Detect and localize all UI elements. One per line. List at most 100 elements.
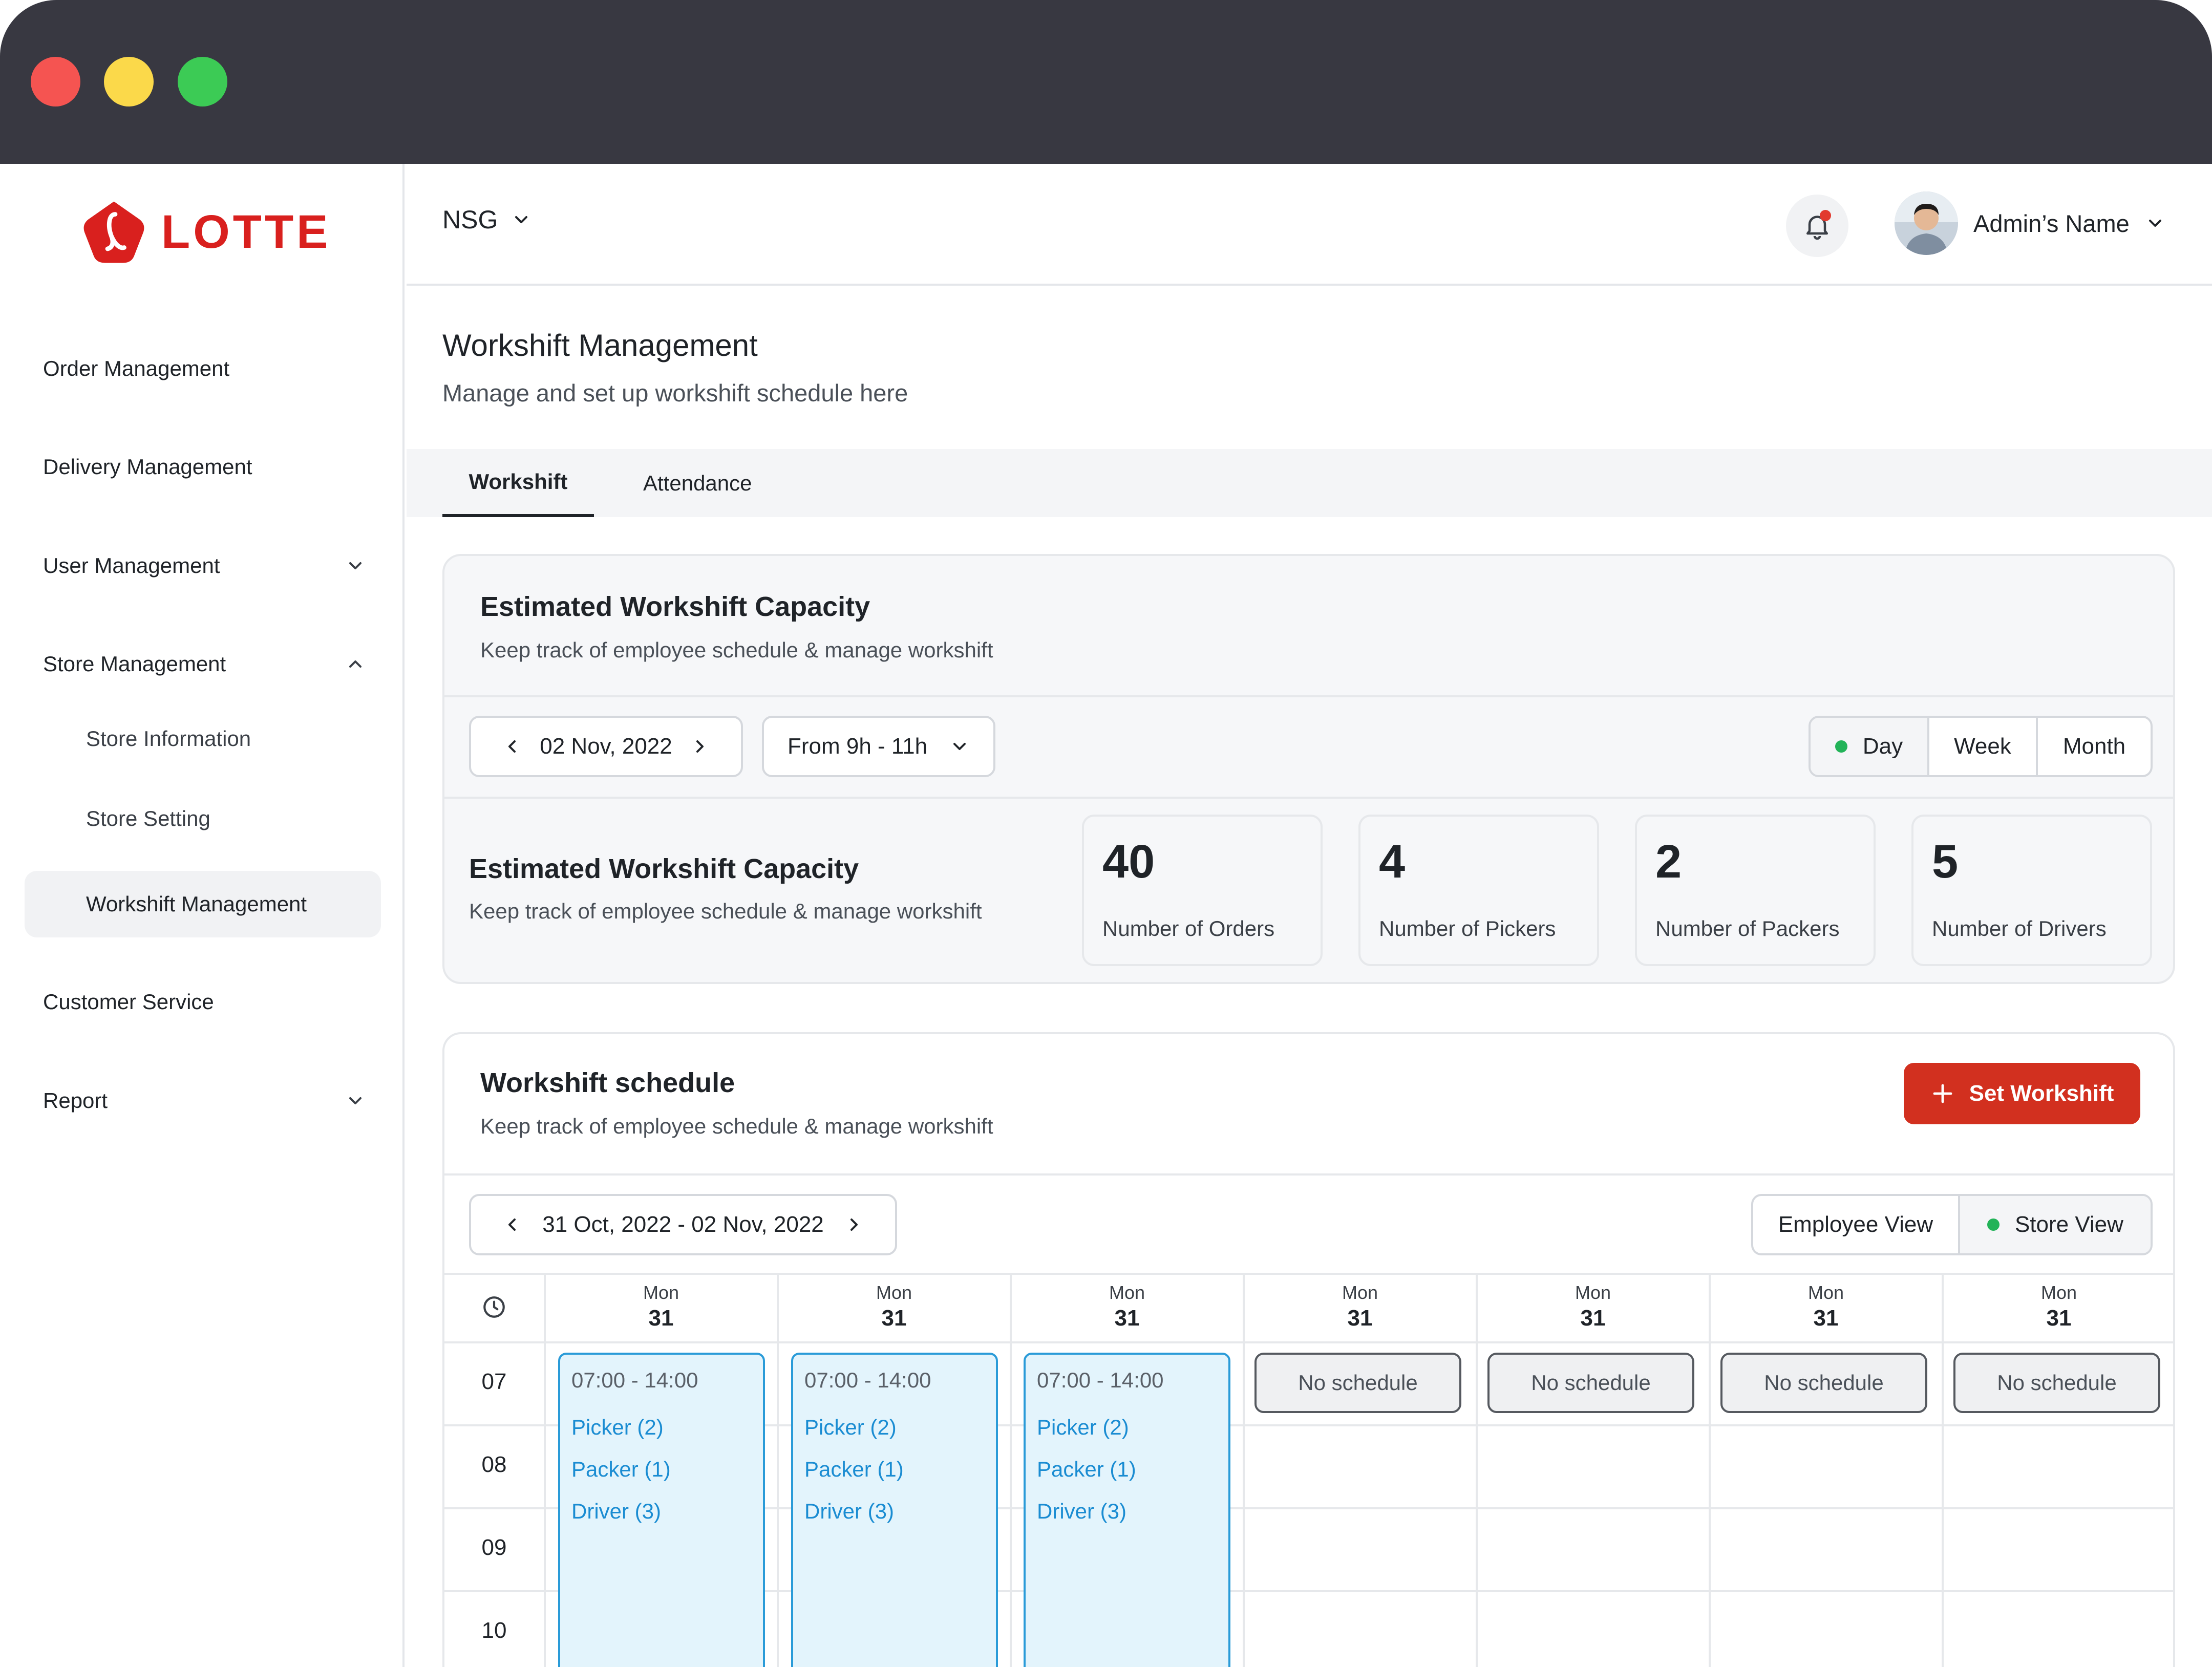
stat-value: 4 xyxy=(1379,836,1406,888)
sidebar-item-store-information[interactable]: Store Information xyxy=(25,706,381,772)
chevron-left-icon[interactable] xyxy=(502,1214,522,1235)
plus-icon xyxy=(1933,1084,1952,1103)
day-number: 31 xyxy=(881,1306,907,1331)
tab-workshift[interactable]: Workshift xyxy=(442,449,594,517)
set-workshift-button[interactable]: Set Workshift xyxy=(1904,1063,2140,1124)
chevron-right-icon[interactable] xyxy=(844,1214,864,1235)
shift-role-driver: Driver (3) xyxy=(804,1499,894,1523)
day-number: 31 xyxy=(1347,1306,1373,1331)
minimize-window-button[interactable] xyxy=(104,57,154,106)
active-indicator xyxy=(1835,740,1847,753)
sidebar-item-label: User Management xyxy=(43,553,220,578)
sidebar-item-label: Delivery Management xyxy=(43,455,252,479)
clock-icon xyxy=(483,1296,505,1318)
day-name: Mon xyxy=(1575,1282,1611,1303)
hour-label: 07 xyxy=(481,1369,507,1394)
sidebar-item-label: Store Setting xyxy=(86,806,210,830)
time-range-select[interactable]: From 9h - 11h xyxy=(762,716,995,777)
view-day-button[interactable]: Day xyxy=(1811,718,1929,775)
stat-value: 5 xyxy=(1932,836,1959,888)
time-column-header xyxy=(444,1273,544,1341)
chevron-down-icon xyxy=(515,216,528,223)
sidebar-item-workshift-management[interactable]: Workshift Management xyxy=(25,871,381,937)
schedule-date-range: 31 Oct, 2022 - 02 Nov, 2022 xyxy=(542,1212,824,1237)
stat-drivers: 5 Number of Drivers xyxy=(1911,815,2152,966)
no-schedule-button[interactable]: No schedule xyxy=(1254,1353,1461,1413)
brand-name: LOTTE xyxy=(161,205,331,258)
stat-orders: 40 Number of Orders xyxy=(1082,815,1323,966)
day-name: Mon xyxy=(1807,1282,1844,1303)
sidebar-item-store-management[interactable]: Store Management xyxy=(43,638,366,690)
grid-line xyxy=(1709,1273,1711,1667)
day-number: 31 xyxy=(1114,1306,1140,1331)
store-view-label: Store View xyxy=(2014,1212,2123,1237)
shift-block[interactable]: 07:00 - 14:00 Picker (2) Packer (1) Driv… xyxy=(558,1353,765,1667)
employee-view-button[interactable]: Employee View xyxy=(1753,1196,1960,1253)
chevron-left-icon[interactable] xyxy=(502,736,522,757)
app-window: LOTTE Order Management Delivery Manageme… xyxy=(0,0,2212,1667)
capacity-title: Estimated Workshift Capacity xyxy=(480,591,870,622)
no-schedule-button[interactable]: No schedule xyxy=(1487,1353,1694,1413)
view-week-button[interactable]: Week xyxy=(1929,718,2038,775)
store-view-button[interactable]: Store View xyxy=(1960,1196,2151,1253)
capacity-subtitle: Keep track of employee schedule & manage… xyxy=(480,638,993,662)
maximize-window-button[interactable] xyxy=(178,57,227,106)
sidebar-item-report[interactable]: Report xyxy=(43,1075,366,1126)
schedule-title: Workshift schedule xyxy=(480,1067,735,1098)
day-header: Mon 31 xyxy=(545,1275,777,1341)
schedule-subtitle: Keep track of employee schedule & manage… xyxy=(480,1114,993,1138)
stat-label: Number of Drivers xyxy=(1932,916,2107,941)
sidebar-item-store-setting[interactable]: Store Setting xyxy=(25,785,381,852)
shift-role-picker: Picker (2) xyxy=(571,1415,664,1439)
profile-menu[interactable]: Admin’s Name xyxy=(1895,191,2165,255)
sidebar-item-label: Customer Service xyxy=(43,990,214,1014)
summary-subtitle: Keep track of employee schedule & manage… xyxy=(469,899,982,923)
brand-logo[interactable]: LOTTE xyxy=(82,199,331,265)
notification-badge xyxy=(1820,210,1831,221)
no-schedule-button[interactable]: No schedule xyxy=(1953,1353,2160,1413)
view-month-button[interactable]: Month xyxy=(2038,718,2151,775)
day-header: Mon 31 xyxy=(1244,1275,1476,1341)
grid-line xyxy=(444,1341,2173,1343)
sidebar: LOTTE Order Management Delivery Manageme… xyxy=(0,164,405,1667)
time-range-value: From 9h - 11h xyxy=(788,734,928,759)
capacity-card: Estimated Workshift Capacity Keep track … xyxy=(442,554,2175,984)
close-window-button[interactable] xyxy=(31,57,80,106)
day-header: Mon 31 xyxy=(1477,1275,1709,1341)
stat-label: Number of Pickers xyxy=(1379,916,1556,941)
shift-role-packer: Packer (1) xyxy=(804,1457,904,1481)
summary-title: Estimated Workshift Capacity xyxy=(469,853,859,884)
grid-line xyxy=(1942,1273,1944,1667)
sidebar-item-order-management[interactable]: Order Management xyxy=(43,343,366,394)
view-month-label: Month xyxy=(2062,734,2126,759)
stat-value: 2 xyxy=(1655,836,1682,888)
stat-pickers: 4 Number of Pickers xyxy=(1358,815,1599,966)
admin-name: Admin’s Name xyxy=(1973,209,2130,237)
store-name: NSG xyxy=(442,205,498,234)
tab-attendance[interactable]: Attendance xyxy=(643,449,752,517)
shift-time: 07:00 - 14:00 xyxy=(804,1368,931,1392)
chevron-down-icon xyxy=(953,743,966,750)
sidebar-item-user-management[interactable]: User Management xyxy=(43,540,366,591)
sidebar-item-label: Store Management xyxy=(43,652,226,676)
notification-button[interactable] xyxy=(1786,195,1848,257)
store-selector[interactable]: NSG xyxy=(442,205,531,234)
day-header: Mon 31 xyxy=(1710,1275,1942,1341)
sidebar-item-customer-service[interactable]: Customer Service xyxy=(43,976,366,1028)
shift-block[interactable]: 07:00 - 14:00 Picker (2) Packer (1) Driv… xyxy=(791,1353,998,1667)
active-indicator xyxy=(1987,1219,2000,1231)
top-header: NSG Admin’s Name xyxy=(407,164,2212,286)
avatar-image xyxy=(1895,191,1958,255)
shift-block[interactable]: 07:00 - 14:00 Picker (2) Packer (1) Driv… xyxy=(1024,1353,1230,1667)
sidebar-item-delivery-management[interactable]: Delivery Management xyxy=(43,441,366,493)
schedule-date-range-picker[interactable]: 31 Oct, 2022 - 02 Nov, 2022 xyxy=(469,1194,897,1255)
day-number: 31 xyxy=(1580,1306,1606,1331)
day-header: Mon 31 xyxy=(1011,1275,1243,1341)
no-schedule-label: No schedule xyxy=(1531,1371,1651,1395)
shift-role-packer: Packer (1) xyxy=(1037,1457,1136,1481)
chevron-right-icon[interactable] xyxy=(690,736,710,757)
no-schedule-button[interactable]: No schedule xyxy=(1720,1353,1927,1413)
day-number: 31 xyxy=(648,1306,674,1331)
capacity-date-picker[interactable]: 02 Nov, 2022 xyxy=(469,716,743,777)
page-title: Workshift Management xyxy=(442,328,758,362)
